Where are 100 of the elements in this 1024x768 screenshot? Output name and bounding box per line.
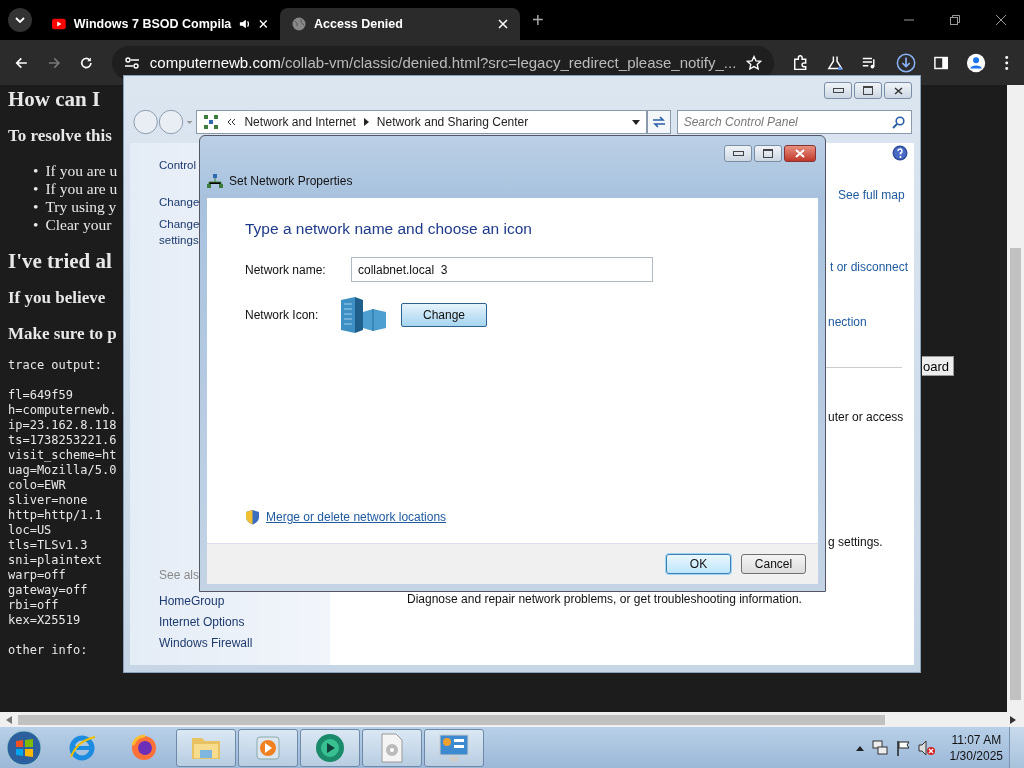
task-description: uter or access (828, 410, 904, 424)
cancel-button[interactable]: Cancel (741, 554, 806, 574)
minimize-button[interactable] (724, 145, 752, 162)
trace-line: tls=TLSv1.3 (8, 538, 88, 553)
change-button[interactable]: Change (401, 303, 487, 327)
flag-icon[interactable] (895, 739, 910, 756)
sidebar-link[interactable]: Change (159, 194, 200, 210)
arrow-icon (363, 118, 369, 126)
download-icon[interactable] (895, 51, 916, 74)
address-bar[interactable]: Network and Internet Network and Sharing Center (196, 110, 648, 134)
bullet-mark: • (33, 162, 39, 180)
maximize-button[interactable] (754, 145, 782, 162)
sidebar-link[interactable]: Windows Firewall (159, 636, 253, 650)
bullet-item: Clear your (45, 216, 112, 234)
muted-speaker-icon[interactable] (917, 739, 936, 756)
dialog-title: Set Network Properties (229, 174, 353, 188)
bullet-item: If you are u (45, 162, 118, 180)
monitor-icon (438, 732, 470, 763)
trace-line: kex=X25519 (8, 613, 81, 628)
trace-line: http=http/1.1 (8, 508, 102, 523)
network-icon (207, 174, 223, 188)
network-link[interactable]: nection (828, 315, 867, 329)
page-subheading: To resolve this (8, 126, 112, 146)
sidebar-link[interactable]: Change settings (159, 216, 200, 248)
profile-icon[interactable] (966, 51, 987, 74)
caret-icon[interactable] (855, 744, 864, 751)
bullet-mark: • (33, 198, 39, 216)
menu-icon[interactable] (1004, 54, 1010, 71)
close-icon (795, 149, 805, 158)
maximize-button[interactable] (854, 82, 882, 99)
close-button[interactable] (784, 145, 816, 162)
play-icon (314, 731, 346, 764)
puzzle-icon[interactable] (792, 53, 809, 72)
speaker-icon[interactable] (239, 17, 252, 31)
trace-line: warp=off (8, 568, 66, 583)
network-link[interactable]: t or disconnect (830, 260, 909, 274)
dropdown-icon[interactable] (632, 119, 641, 125)
taskbar-button[interactable] (176, 728, 236, 767)
taskbar-button[interactable] (362, 728, 422, 767)
bullet-mark: • (33, 180, 39, 198)
play-icon (52, 18, 66, 30)
close-icon[interactable] (995, 14, 1007, 26)
network-icon[interactable] (871, 739, 888, 756)
field-label: Network name: (245, 262, 327, 277)
taskbar-button[interactable] (300, 728, 360, 767)
sidebar-link[interactable]: Internet Options (159, 615, 245, 629)
map-link[interactable]: See full map (838, 188, 905, 202)
refresh-icon (650, 115, 667, 129)
clock-date: 1/30/2025 (949, 747, 1003, 764)
scroll-left-icon[interactable] (6, 715, 12, 724)
trace-line: h=computernewb. (8, 403, 117, 418)
close-icon (893, 86, 903, 95)
globe-icon (292, 17, 306, 31)
browser-tab[interactable]: Windows 7 BSOD Compila (40, 8, 280, 40)
page-subheading: Make sure to p (8, 324, 117, 344)
taskbar-button[interactable] (424, 728, 484, 767)
refresh-button[interactable] (647, 110, 671, 134)
chevron-down-icon (15, 17, 25, 23)
site-info-icon[interactable] (123, 55, 140, 70)
trace-title: trace output: (8, 358, 102, 373)
help-icon[interactable] (892, 145, 908, 161)
play-icon (254, 733, 282, 762)
sidebar-link[interactable]: Control (159, 157, 197, 173)
trace-line: ts=1738253221.6 (8, 433, 117, 448)
taskbar-button[interactable] (238, 728, 298, 767)
bullet-mark: • (33, 216, 39, 234)
restore-icon[interactable] (949, 14, 961, 26)
page-heading: How can I (8, 87, 101, 112)
trace-line: colo=EWR (8, 478, 66, 493)
trace-line: uag=Mozilla/5.0 (8, 463, 117, 478)
star-icon[interactable] (746, 54, 763, 71)
network-name-field[interactable]: collabnet.local 3 (351, 257, 653, 282)
trace-line: visit_scheme=ht (8, 448, 117, 463)
browser-tab[interactable]: Access Denied (280, 8, 520, 40)
horizontal-scrollbar[interactable] (0, 712, 1024, 727)
trace-line: sliver=none (8, 493, 88, 508)
start-button[interactable] (6, 729, 42, 766)
tab-list-button[interactable] (8, 8, 32, 32)
field-label: Network Icon: (245, 308, 320, 322)
breadcrumb-item[interactable]: Network and Sharing Center (376, 115, 529, 129)
vertical-scrollbar[interactable] (1007, 85, 1024, 712)
minimize-button[interactable] (824, 82, 852, 99)
trace-line: rbi=off (8, 598, 59, 613)
task-description: Diagnose and repair network problems, or get troubleshooting information. (407, 592, 802, 606)
see-also-heading: See als (159, 568, 200, 582)
url-text: computernewb.com/collab-vm/classic/denied.html?src=legacy_redirect_please_notify_... (149, 54, 737, 71)
scroll-right-icon[interactable] (1010, 715, 1016, 724)
search-field[interactable]: Search Control Panel (676, 110, 912, 134)
sidebar-link[interactable]: HomeGroup (159, 594, 225, 608)
side-panel-icon[interactable] (933, 54, 949, 71)
chevron-icon (227, 118, 237, 126)
close-button[interactable] (884, 82, 912, 99)
trace-line: ip=23.162.8.118 (8, 418, 117, 433)
copy-button[interactable]: oard (922, 356, 955, 376)
trace-line: gateway=off (8, 583, 88, 598)
new-tab-button[interactable]: + (528, 8, 548, 32)
ok-button[interactable]: OK (666, 554, 731, 574)
breadcrumb-item[interactable]: Network and Internet (244, 115, 356, 129)
building-icon (339, 296, 387, 334)
merge-link[interactable]: Merge or delete network locations (266, 510, 447, 524)
